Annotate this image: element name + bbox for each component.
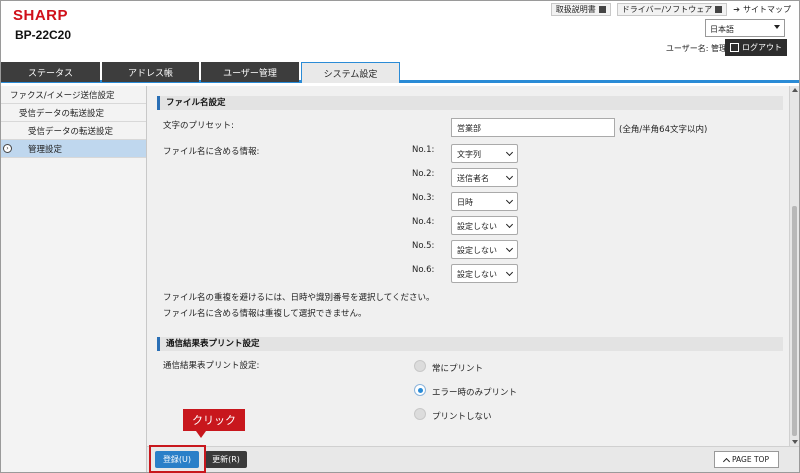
chevron-down-icon	[505, 268, 514, 277]
click-callout: クリック	[183, 409, 245, 438]
device-model: BP-22C20	[15, 28, 72, 42]
no-2-label: No.2:	[412, 169, 435, 179]
footer-bar: 登録(U) 更新(R) PAGE TOP	[147, 446, 799, 472]
tab-system-settings[interactable]: システム設定	[301, 62, 400, 83]
radio-error-only-print[interactable]	[414, 384, 426, 396]
sidebar-item-fax-image-send[interactable]: ファクス/イメージ送信設定	[1, 86, 146, 104]
no-4-value: 設定しない	[457, 222, 497, 231]
sidebar: ファクス/イメージ送信設定 受信データの転送設定 受信データの転送設定 › 管理…	[1, 86, 147, 472]
chevron-down-icon	[505, 220, 514, 229]
no-1-label: No.1:	[412, 145, 435, 155]
settings-content: ファイル名設定 文字のプリセット: 営業部 (全角/半角64文字以内) ファイル…	[147, 86, 789, 446]
no-3-select[interactable]: 日時	[451, 192, 518, 211]
manual-link[interactable]: 取扱説明書	[550, 3, 611, 16]
no-3-value: 日時	[457, 198, 473, 207]
page-top-label: PAGE TOP	[732, 455, 769, 464]
radio-no-print[interactable]	[414, 408, 426, 420]
logout-label: ログアウト	[742, 43, 782, 52]
language-value: 日本語	[710, 25, 734, 34]
top-links: 取扱説明書 ドライバー/ソフトウェア ➔ サイトマップ	[550, 3, 791, 16]
sidebar-item-admin-settings[interactable]: › 管理設定	[1, 140, 146, 158]
preset-text-field[interactable]: 営業部	[451, 118, 615, 137]
filename-note-2: ファイル名に含める情報は重複して選択できません。	[163, 309, 367, 319]
include-info-label: ファイル名に含める情報:	[163, 147, 260, 157]
report-print-label: 通信結果表プリント設定:	[163, 361, 260, 371]
no-4-label: No.4:	[412, 217, 435, 227]
scroll-down-icon[interactable]	[792, 440, 798, 444]
radio-no-print-label: プリントしない	[432, 412, 492, 422]
chevron-down-icon	[505, 148, 514, 157]
scroll-up-icon[interactable]	[792, 88, 798, 92]
section-header-report-print: 通信結果表プリント設定	[157, 337, 783, 351]
chevron-down-icon	[774, 25, 780, 29]
section-header-filename: ファイル名設定	[157, 96, 783, 110]
no-5-value: 設定しない	[457, 246, 497, 255]
arrow-right-icon: ➔	[733, 5, 740, 14]
logout-icon	[730, 43, 739, 52]
language-select[interactable]: 日本語	[705, 19, 785, 37]
page-top-button[interactable]: PAGE TOP	[714, 451, 779, 468]
external-link-icon	[715, 6, 723, 13]
sidebar-item-inbound-routing-sub[interactable]: 受信データの転送設定	[1, 122, 146, 140]
sitemap-label: サイトマップ	[743, 5, 791, 14]
no-4-select[interactable]: 設定しない	[451, 216, 518, 235]
no-2-select[interactable]: 送信者名	[451, 168, 518, 187]
chevron-down-icon	[505, 244, 514, 253]
logout-button[interactable]: ログアウト	[725, 39, 787, 56]
driver-software-link[interactable]: ドライバー/ソフトウェア	[616, 3, 728, 16]
preset-label: 文字のプリセット:	[163, 121, 234, 131]
no-5-label: No.5:	[412, 241, 435, 251]
sidebar-item-inbound-routing[interactable]: 受信データの転送設定	[1, 104, 146, 122]
tab-status[interactable]: ステータス	[1, 62, 100, 82]
no-6-label: No.6:	[412, 265, 435, 275]
no-3-label: No.3:	[412, 193, 435, 203]
main-tab-bar: ステータス アドレス帳 ユーザー管理 システム設定	[1, 62, 799, 83]
content-scrollbar[interactable]	[789, 86, 799, 446]
manual-link-label: 取扱説明書	[555, 5, 596, 14]
no-6-value: 設定しない	[457, 270, 497, 279]
tab-user-management[interactable]: ユーザー管理	[201, 62, 299, 82]
external-link-icon	[598, 6, 606, 13]
chevron-up-icon	[722, 457, 731, 465]
register-button-highlight	[149, 445, 206, 473]
brand-logo: SHARP	[13, 7, 69, 24]
update-button[interactable]: 更新(R)	[205, 451, 247, 468]
sitemap-link[interactable]: ➔ サイトマップ	[733, 4, 791, 15]
no-6-select[interactable]: 設定しない	[451, 264, 518, 283]
chevron-right-icon: ›	[3, 144, 12, 153]
chevron-down-icon	[505, 196, 514, 205]
no-1-value: 文字列	[457, 150, 481, 159]
chevron-down-icon	[505, 172, 514, 181]
radio-error-only-print-label: エラー時のみプリント	[432, 388, 518, 398]
driver-software-link-label: ドライバー/ソフトウェア	[621, 5, 713, 14]
radio-always-print-label: 常にプリント	[432, 364, 484, 374]
filename-note-1: ファイル名の重複を避けるには、日時や識別番号を選択してください。	[163, 293, 435, 303]
scrollbar-thumb[interactable]	[792, 206, 797, 436]
preset-hint: (全角/半角64文字以内)	[619, 125, 708, 135]
sidebar-item-label: 管理設定	[28, 144, 63, 155]
radio-always-print[interactable]	[414, 360, 426, 372]
tab-address-book[interactable]: アドレス帳	[102, 62, 199, 82]
no-2-value: 送信者名	[457, 174, 489, 183]
no-1-select[interactable]: 文字列	[451, 144, 518, 163]
no-5-select[interactable]: 設定しない	[451, 240, 518, 259]
